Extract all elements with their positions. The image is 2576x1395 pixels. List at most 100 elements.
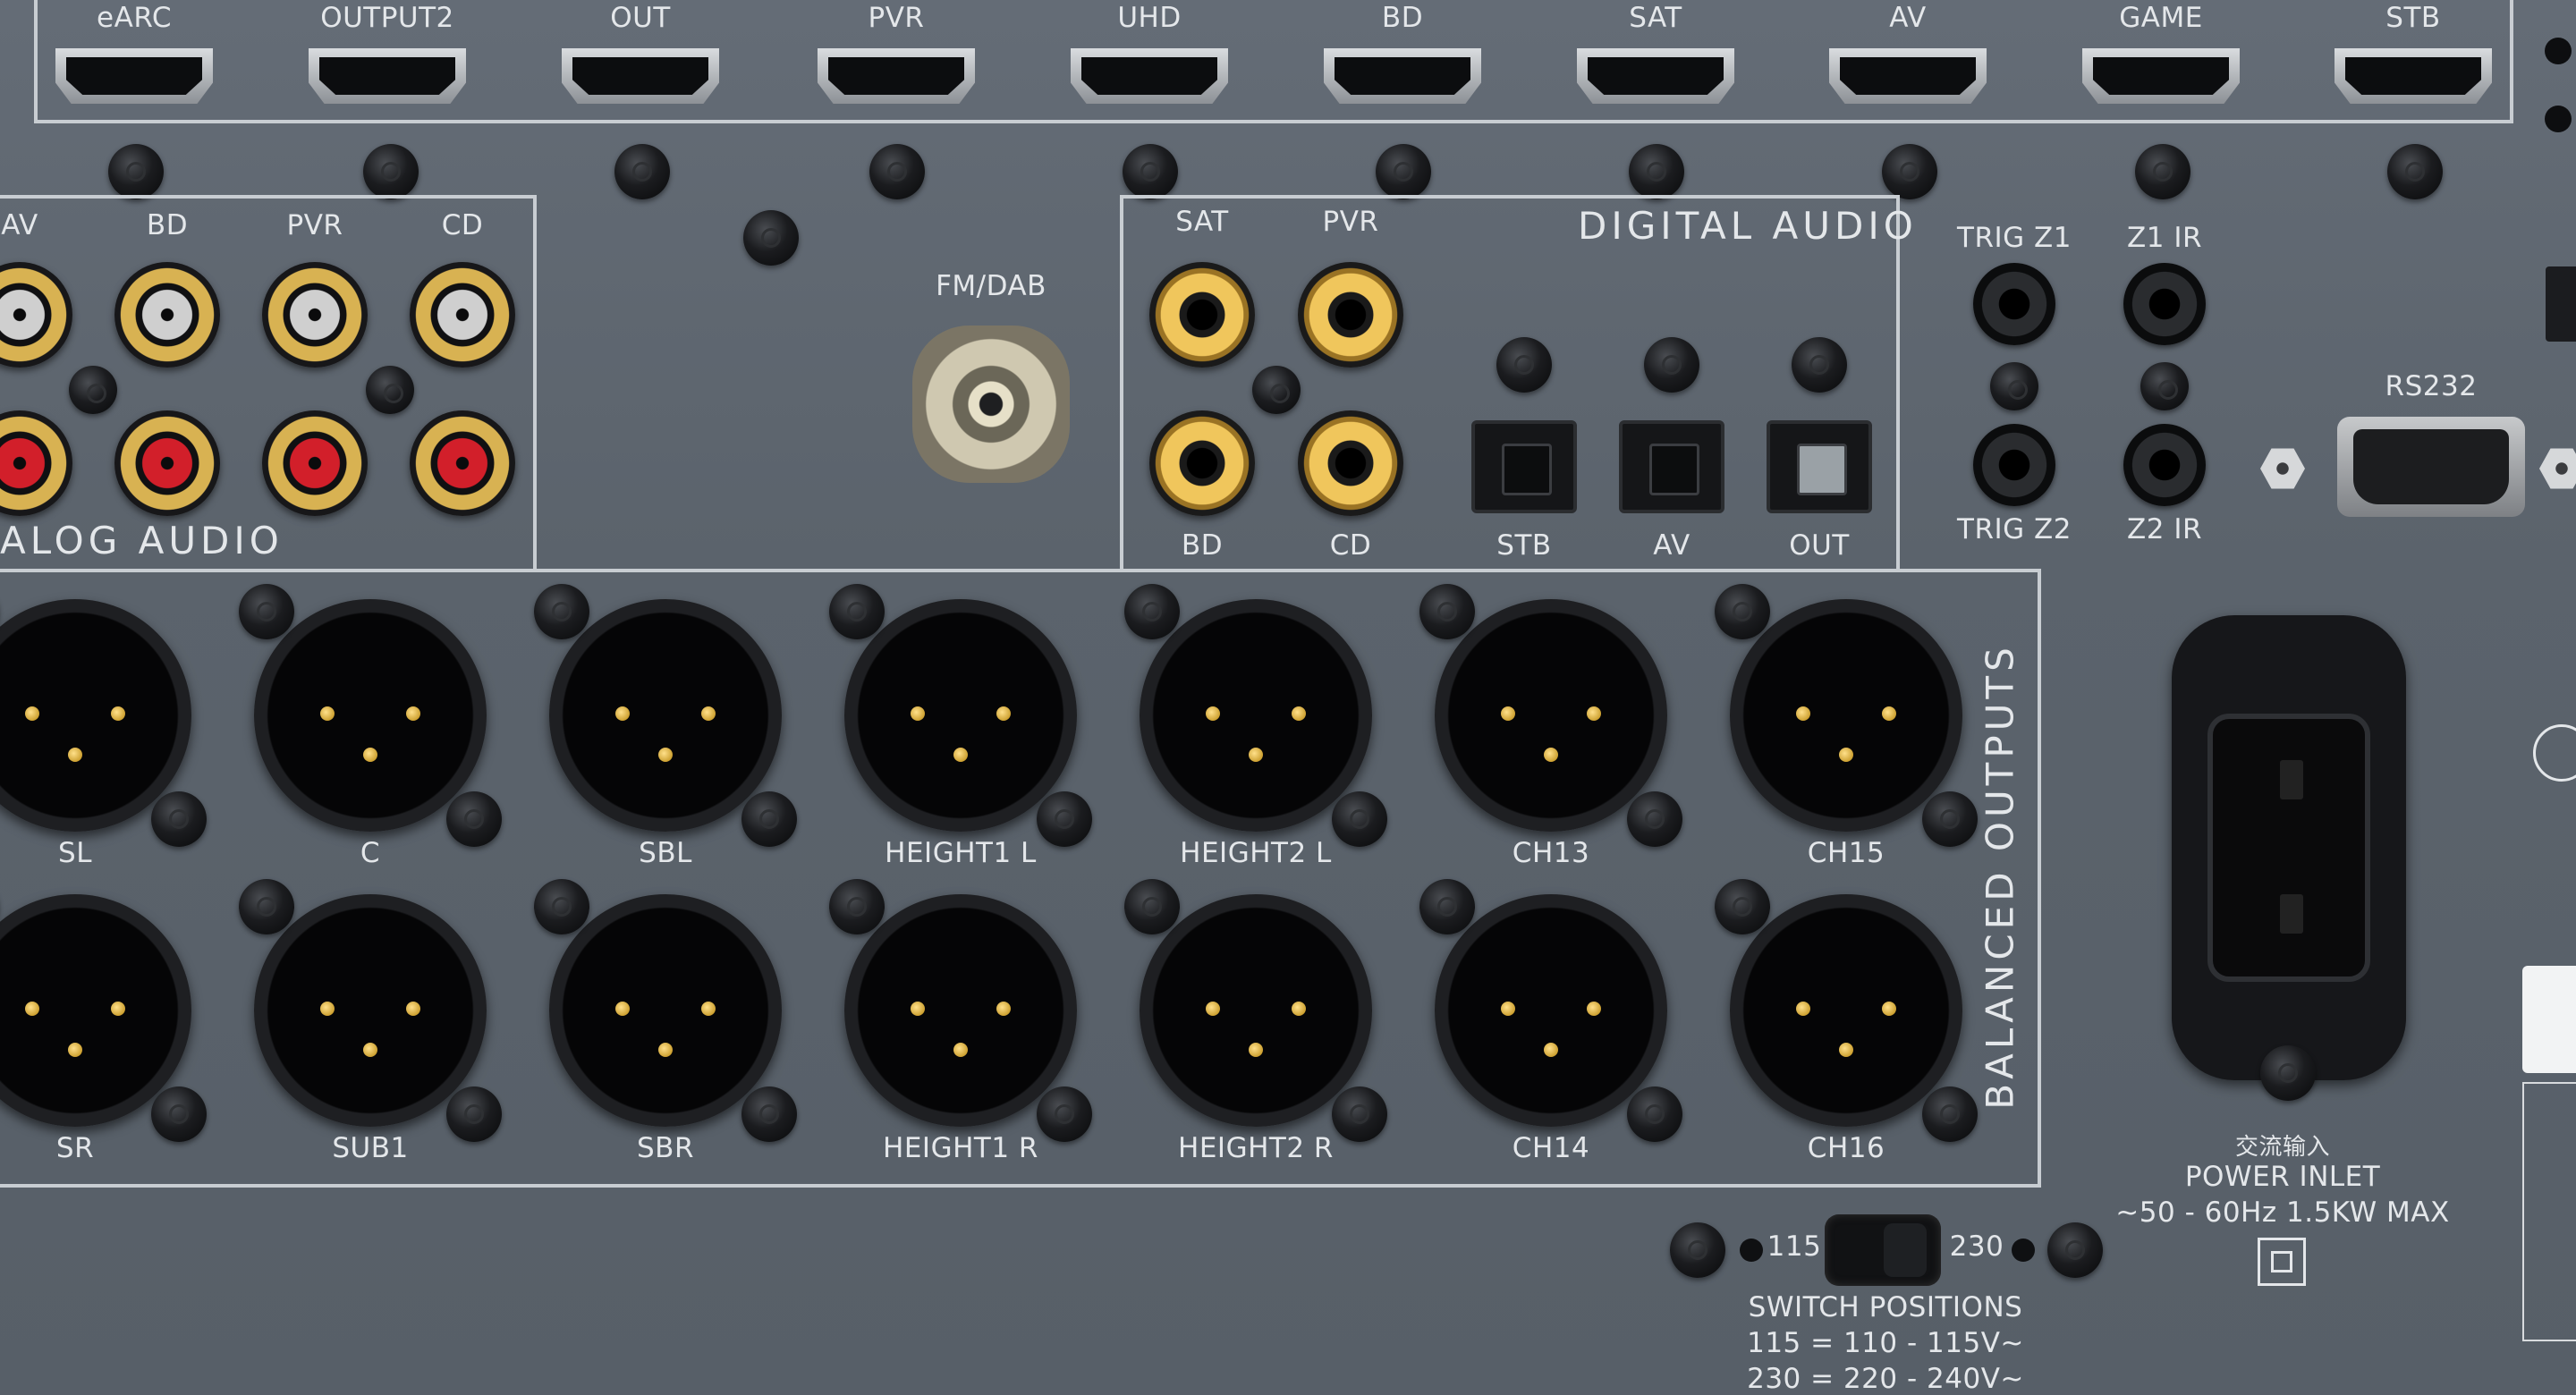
ir-label-z1: Z1 IR bbox=[2127, 222, 2202, 254]
optical-av[interactable] bbox=[1619, 420, 1724, 513]
power-prong-bottom bbox=[2280, 894, 2303, 934]
xlr-pin bbox=[658, 1043, 673, 1057]
ir-z1-jack[interactable] bbox=[2123, 263, 2206, 345]
xlr-pin bbox=[996, 706, 1011, 721]
hdmi-port-stb[interactable] bbox=[2334, 48, 2492, 104]
screw bbox=[741, 1086, 797, 1142]
screw bbox=[2387, 144, 2443, 199]
xlr-output-height2-l[interactable] bbox=[1140, 599, 1372, 832]
screw bbox=[1123, 144, 1178, 199]
voltage-switch-high-label: 230 bbox=[1949, 1230, 2004, 1263]
xlr-label-sbl: SBL bbox=[639, 837, 692, 869]
hdmi-port-game[interactable] bbox=[2082, 48, 2240, 104]
screw bbox=[69, 366, 117, 414]
hdmi-port-av[interactable] bbox=[1829, 48, 1987, 104]
fm-dab-label: FM/DAB bbox=[936, 270, 1046, 302]
xlr-label-height2-l: HEIGHT2 L bbox=[1180, 837, 1332, 869]
hdmi-label-stb: STB bbox=[2385, 2, 2441, 34]
screw bbox=[1629, 144, 1684, 199]
xlr-output-sbr[interactable] bbox=[549, 894, 782, 1127]
fm-dab-antenna-connector[interactable] bbox=[912, 326, 1070, 483]
voltage-selector-switch[interactable] bbox=[1825, 1214, 1941, 1286]
trigger-z1-jack[interactable] bbox=[1973, 263, 2055, 345]
xlr-pin bbox=[1587, 706, 1601, 721]
xlr-pin bbox=[406, 1002, 420, 1016]
xlr-label-ch13: CH13 bbox=[1512, 837, 1590, 869]
xlr-pin bbox=[1249, 1043, 1263, 1057]
screw bbox=[1419, 879, 1475, 934]
xlr-output-c[interactable] bbox=[254, 599, 487, 832]
power-inlet-cjk-label: 交流输入 bbox=[2234, 1134, 2331, 1161]
trigger-z2-jack[interactable] bbox=[1973, 424, 2055, 506]
optical-stb[interactable] bbox=[1471, 420, 1577, 513]
coax-cd[interactable] bbox=[1298, 410, 1403, 516]
rca-bd-right[interactable] bbox=[114, 410, 220, 516]
screw bbox=[1882, 144, 1937, 199]
coax-pvr[interactable] bbox=[1298, 262, 1403, 368]
coax-bd[interactable] bbox=[1149, 410, 1255, 516]
rca-cd-left[interactable] bbox=[410, 262, 515, 368]
screw bbox=[614, 144, 670, 199]
switch-position-230-note: 230 = 220 - 240V~ bbox=[1747, 1363, 2024, 1395]
edge-screw-bottom bbox=[2545, 106, 2572, 132]
hdmi-port-uhd[interactable] bbox=[1071, 48, 1228, 104]
xlr-pin bbox=[320, 706, 335, 721]
xlr-pin bbox=[911, 1002, 925, 1016]
screw bbox=[1922, 791, 1978, 847]
xlr-pin bbox=[701, 706, 716, 721]
hdmi-port-pvr[interactable] bbox=[818, 48, 975, 104]
hdmi-label-game: GAME bbox=[2119, 2, 2203, 34]
trigger-label-z2: TRIG Z2 bbox=[1957, 513, 2072, 545]
hdmi-port-earc[interactable] bbox=[55, 48, 213, 104]
hdmi-port-output2[interactable] bbox=[309, 48, 466, 104]
screw bbox=[108, 144, 164, 199]
xlr-label-sl: SL bbox=[58, 837, 92, 869]
balanced-outputs-title-text: BALANCED OUTPUTS bbox=[1978, 643, 2022, 1110]
rca-cd-right[interactable] bbox=[410, 410, 515, 516]
xlr-pin bbox=[25, 706, 39, 721]
rca-pvr-right[interactable] bbox=[262, 410, 368, 516]
optical-out[interactable] bbox=[1767, 420, 1872, 513]
rca-bd-left[interactable] bbox=[114, 262, 220, 368]
screw bbox=[1037, 1086, 1092, 1142]
rca-pvr-left[interactable] bbox=[262, 262, 368, 368]
power-inlet-socket[interactable] bbox=[2172, 615, 2406, 1080]
xlr-output-ch16[interactable] bbox=[1730, 894, 1962, 1127]
trigger-label-z1: TRIG Z1 bbox=[1957, 222, 2072, 254]
hdmi-port-sat[interactable] bbox=[1577, 48, 1734, 104]
edge-screw-top bbox=[2545, 38, 2572, 64]
xlr-pin bbox=[1882, 1002, 1896, 1016]
xlr-output-ch14[interactable] bbox=[1435, 894, 1667, 1127]
screw bbox=[1792, 337, 1847, 393]
xlr-label-ch14: CH14 bbox=[1512, 1132, 1590, 1164]
coax-label-pvr: PVR bbox=[1322, 206, 1379, 238]
screw bbox=[1715, 879, 1770, 934]
safety-cert-icon bbox=[2533, 724, 2576, 782]
xlr-output-height1-r[interactable] bbox=[844, 894, 1077, 1127]
screw bbox=[1376, 144, 1431, 199]
xlr-pin bbox=[615, 706, 630, 721]
ir-z2-jack[interactable] bbox=[2123, 424, 2206, 506]
hdmi-label-bd: BD bbox=[1381, 2, 1424, 34]
xlr-pin bbox=[996, 1002, 1011, 1016]
xlr-output-ch15[interactable] bbox=[1730, 599, 1962, 832]
xlr-output-sub1[interactable] bbox=[254, 894, 487, 1127]
xlr-label-height1-r: HEIGHT1 R bbox=[883, 1132, 1038, 1164]
xlr-pin bbox=[911, 706, 925, 721]
hdmi-label-pvr: PVR bbox=[868, 2, 925, 34]
xlr-output-ch13[interactable] bbox=[1435, 599, 1667, 832]
indicator-dot bbox=[1740, 1239, 1763, 1262]
coax-sat[interactable] bbox=[1149, 262, 1255, 368]
hdmi-port-bd[interactable] bbox=[1324, 48, 1481, 104]
xlr-pin bbox=[1249, 748, 1263, 762]
xlr-output-height1-l[interactable] bbox=[844, 599, 1077, 832]
screw bbox=[741, 791, 797, 847]
analog-label-pvr: PVR bbox=[286, 209, 343, 241]
xlr-output-sbl[interactable] bbox=[549, 599, 782, 832]
xlr-output-height2-r[interactable] bbox=[1140, 894, 1372, 1127]
xlr-label-height1-l: HEIGHT1 L bbox=[885, 837, 1037, 869]
hdmi-port-out[interactable] bbox=[562, 48, 719, 104]
xlr-pin bbox=[1206, 706, 1220, 721]
power-spec-label: ~50 - 60Hz 1.5KW MAX bbox=[2115, 1196, 2450, 1229]
rs232-port[interactable] bbox=[2337, 417, 2525, 517]
